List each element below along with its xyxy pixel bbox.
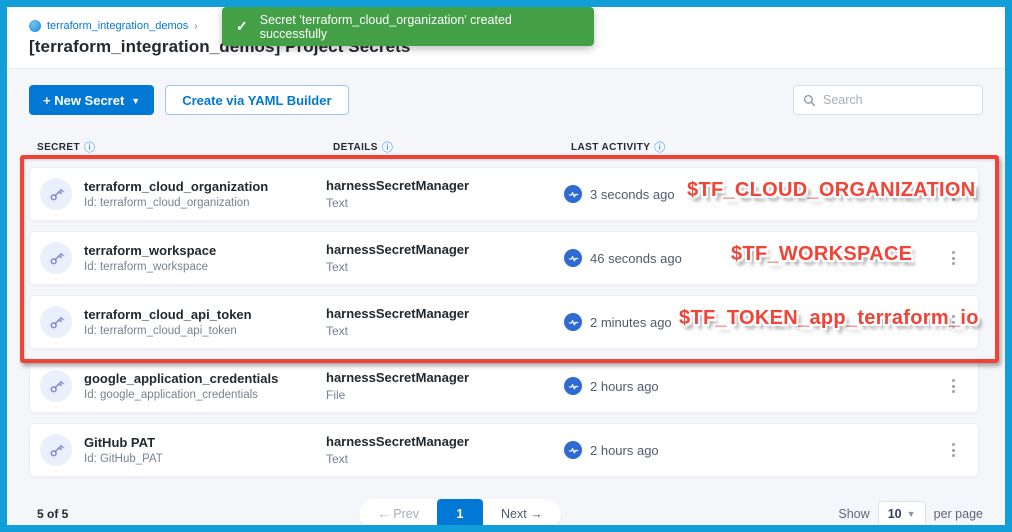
activity-icon (564, 185, 582, 203)
secret-manager: harnessSecretManager (326, 370, 564, 385)
details-cell: harnessSecretManager Text (326, 242, 564, 274)
activity-cell: 3 seconds ago (564, 185, 754, 203)
secrets-list: terraform_cloud_organization Id: terrafo… (7, 167, 1005, 477)
secret-id: Id: terraform_cloud_api_token (84, 325, 252, 337)
column-secret: SECRET ⓘ (37, 139, 333, 155)
key-icon (40, 242, 72, 274)
secret-name: terraform_cloud_api_token (84, 307, 252, 322)
secret-name: terraform_cloud_organization (84, 179, 268, 194)
secret-cell: google_application_credentials Id: googl… (40, 370, 326, 402)
secret-manager: harnessSecretManager (326, 306, 564, 321)
check-icon: ✓ (236, 18, 248, 35)
column-last-activity: LAST ACTIVITY ⓘ (571, 139, 871, 155)
chevron-right-icon: › (194, 21, 197, 32)
info-icon[interactable]: ⓘ (84, 139, 95, 155)
activity-time: 3 seconds ago (590, 187, 675, 202)
breadcrumb-project-link[interactable]: terraform_integration_demos (47, 20, 188, 32)
secret-type: Text (326, 452, 564, 466)
key-icon (40, 178, 72, 210)
activity-time: 2 hours ago (590, 379, 659, 394)
secret-type: File (326, 388, 564, 402)
row-menu-button[interactable] (938, 185, 968, 204)
secret-id: Id: google_application_credentials (84, 389, 278, 401)
row-menu-button[interactable] (938, 377, 968, 396)
new-secret-button[interactable]: + New Secret ▼ (29, 85, 154, 115)
secret-type: Text (326, 324, 564, 338)
details-cell: harnessSecretManager File (326, 370, 564, 402)
secret-name: GitHub PAT (84, 435, 163, 450)
screenshot-frame: terraform_integration_demos › [terraform… (0, 0, 1012, 532)
info-icon[interactable]: ⓘ (654, 139, 665, 155)
project-icon (29, 20, 41, 32)
page-size-control: Show 10 ▼ per page (838, 501, 983, 525)
toast-message: Secret 'terraform_cloud_organization' cr… (260, 13, 580, 41)
secret-cell: terraform_workspace Id: terraform_worksp… (40, 242, 326, 274)
activity-icon (564, 249, 582, 267)
row-menu-button[interactable] (938, 249, 968, 268)
key-icon (40, 306, 72, 338)
activity-cell: 46 seconds ago (564, 249, 754, 267)
activity-icon (564, 313, 582, 331)
row-menu-button[interactable] (938, 441, 968, 460)
secret-type: Text (326, 260, 564, 274)
table-row[interactable]: GitHub PAT Id: GitHub_PAT harnessSecretM… (29, 423, 979, 477)
secret-manager: harnessSecretManager (326, 242, 564, 257)
secrets-page: terraform_integration_demos › [terraform… (7, 7, 1005, 525)
per-page-label: per page (934, 507, 983, 521)
search-icon (803, 94, 816, 107)
activity-cell: 2 minutes ago (564, 313, 754, 331)
row-menu-button[interactable] (938, 313, 968, 332)
details-cell: harnessSecretManager Text (326, 178, 564, 210)
table-row[interactable]: terraform_workspace Id: terraform_worksp… (29, 231, 979, 285)
row-count: 5 of 5 (37, 507, 409, 521)
new-secret-label: + New Secret (43, 93, 124, 108)
page-1-button[interactable]: 1 (437, 499, 483, 525)
details-cell: harnessSecretManager Text (326, 306, 564, 338)
secret-id: Id: terraform_workspace (84, 261, 216, 273)
pager: ← Prev 1 Next → (359, 499, 560, 525)
search-box[interactable] (793, 85, 983, 115)
page-size-select[interactable]: 10 ▼ (878, 501, 926, 525)
activity-time: 46 seconds ago (590, 251, 682, 266)
secret-name: google_application_credentials (84, 371, 278, 386)
next-page-button[interactable]: Next → (483, 507, 561, 521)
table-footer: 5 of 5 ← Prev 1 Next → Show 10 ▼ per pag… (7, 487, 1005, 525)
secret-manager: harnessSecretManager (326, 434, 564, 449)
secret-manager: harnessSecretManager (326, 178, 564, 193)
secret-type: Text (326, 196, 564, 210)
details-cell: harnessSecretManager Text (326, 434, 564, 466)
prev-page-button[interactable]: ← Prev (359, 507, 437, 521)
key-icon (40, 370, 72, 402)
info-icon[interactable]: ⓘ (382, 139, 393, 155)
toolbar: + New Secret ▼ Create via YAML Builder (7, 69, 1005, 115)
secret-id: Id: terraform_cloud_organization (84, 197, 268, 209)
activity-cell: 2 hours ago (564, 441, 754, 459)
secret-cell: terraform_cloud_organization Id: terrafo… (40, 178, 326, 210)
key-icon (40, 434, 72, 466)
secret-cell: GitHub PAT Id: GitHub_PAT (40, 434, 326, 466)
chevron-down-icon: ▼ (131, 96, 140, 106)
column-details: DETAILS ⓘ (333, 139, 571, 155)
show-label: Show (838, 507, 869, 521)
success-toast: ✓ Secret 'terraform_cloud_organization' … (222, 7, 594, 46)
yaml-builder-button[interactable]: Create via YAML Builder (165, 85, 348, 115)
chevron-down-icon: ▼ (907, 509, 916, 519)
table-row[interactable]: terraform_cloud_api_token Id: terraform_… (29, 295, 979, 349)
secret-name: terraform_workspace (84, 243, 216, 258)
activity-icon (564, 377, 582, 395)
table-row[interactable]: terraform_cloud_organization Id: terrafo… (29, 167, 979, 221)
table-row[interactable]: google_application_credentials Id: googl… (29, 359, 979, 413)
activity-time: 2 minutes ago (590, 315, 672, 330)
activity-time: 2 hours ago (590, 443, 659, 458)
activity-cell: 2 hours ago (564, 377, 754, 395)
secret-cell: terraform_cloud_api_token Id: terraform_… (40, 306, 326, 338)
table-header: SECRET ⓘ DETAILS ⓘ LAST ACTIVITY ⓘ (7, 139, 1005, 155)
secret-id: Id: GitHub_PAT (84, 453, 163, 465)
activity-icon (564, 441, 582, 459)
search-input[interactable] (823, 93, 973, 107)
